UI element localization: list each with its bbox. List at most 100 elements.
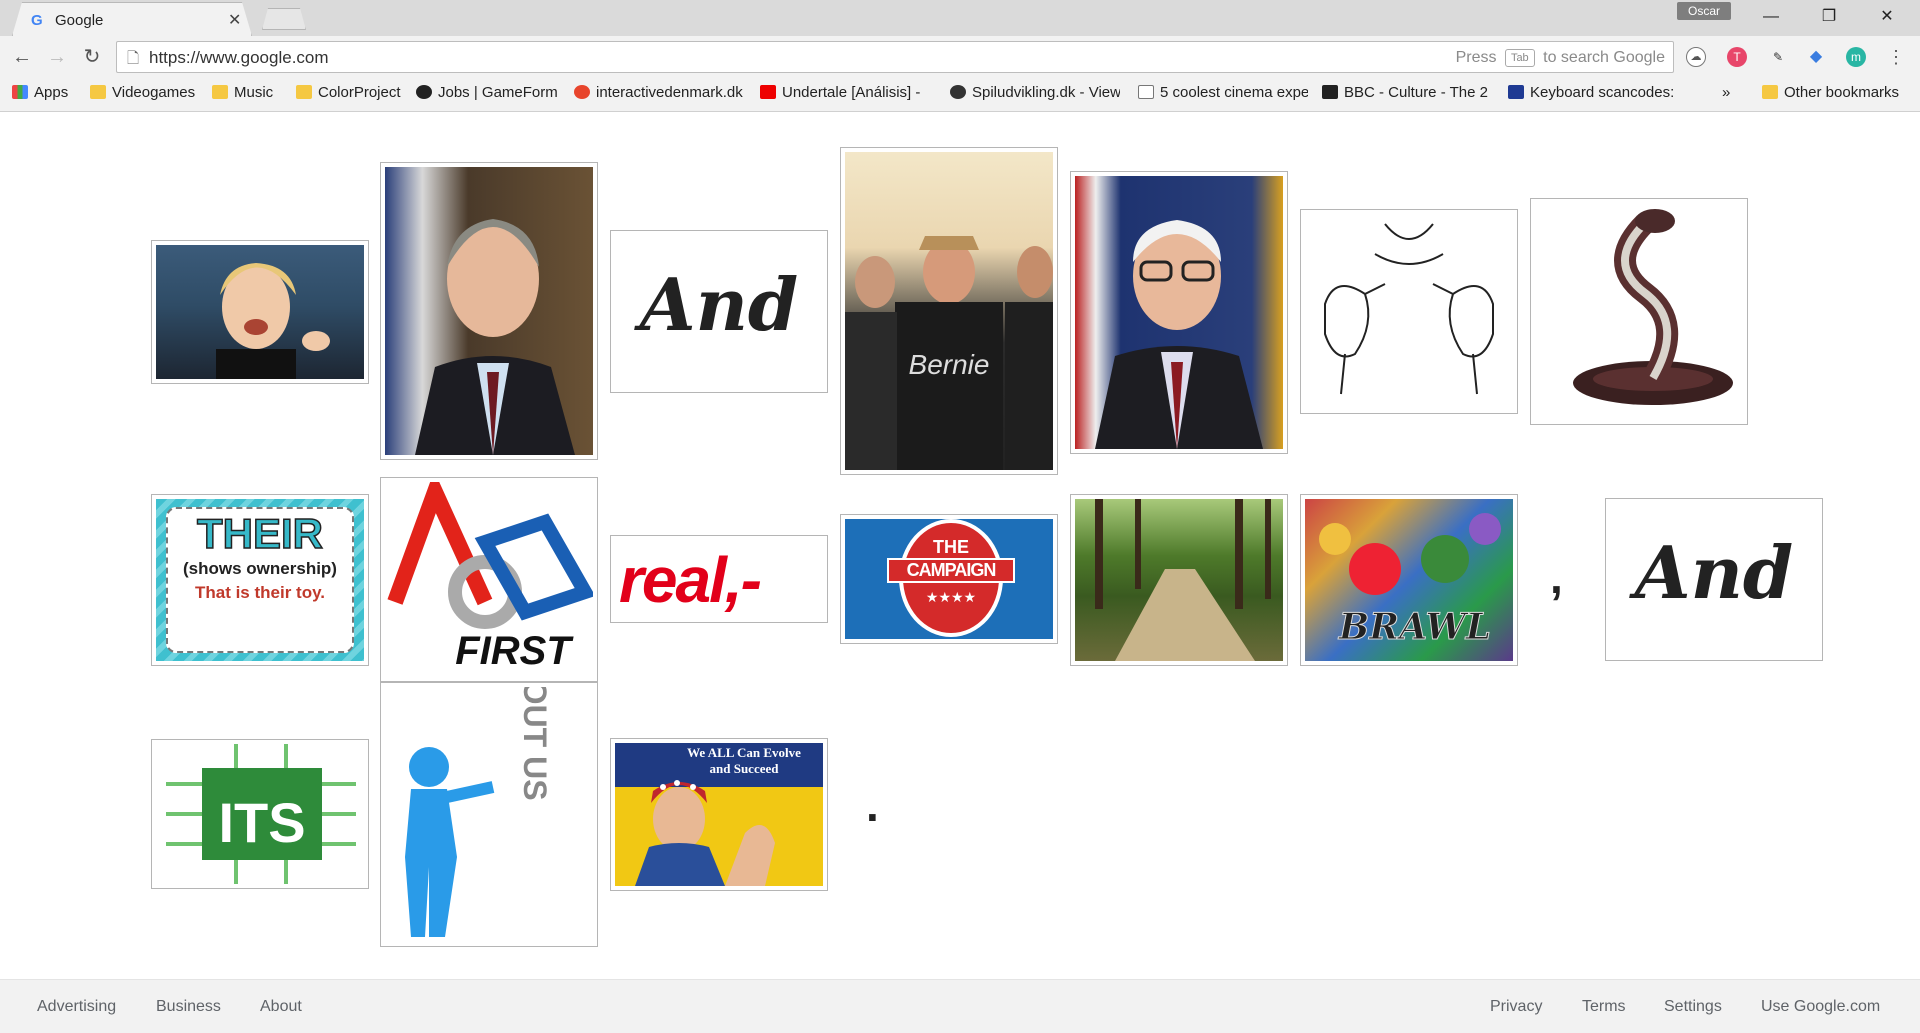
bookmark-cinema[interactable]: 5 coolest cinema expe (1138, 84, 1308, 106)
image-hillary-clinton[interactable] (151, 240, 369, 384)
url-text[interactable]: https://www.google.com (149, 48, 329, 68)
image-bill-clinton[interactable] (380, 162, 598, 460)
back-icon[interactable]: ← (10, 45, 34, 69)
and-ambigram-graphic: And (1629, 530, 1794, 615)
new-tab-button[interactable] (262, 8, 306, 30)
youtube-icon (760, 85, 776, 99)
forward-icon[interactable]: → (45, 45, 69, 69)
footer-terms-link[interactable]: Terms (1582, 998, 1626, 1016)
grammarly-extension-icon[interactable]: m (1846, 47, 1866, 67)
hint-suffix: to search Google (1543, 49, 1665, 66)
footer-advertising-link[interactable]: Advertising (37, 998, 116, 1016)
eyedropper-extension-icon[interactable]: ✎ (1768, 47, 1788, 67)
bookmark-colorproject[interactable]: ColorProject (296, 84, 401, 106)
image-first-logo[interactable]: FIRST (380, 477, 598, 682)
bookmark-label: Spiludvikling.dk - View (972, 84, 1120, 101)
interactivedenmark-icon (574, 85, 590, 99)
image-and-ambigram[interactable]: And (610, 230, 828, 393)
footer-settings-link[interactable]: Settings (1664, 998, 1722, 1016)
bookmark-spiludvikling[interactable]: Spiludvikling.dk - View (950, 84, 1120, 106)
sign-language-graphic (1324, 223, 1494, 395)
bernie-title: Bernie (909, 349, 990, 380)
folder-icon (1762, 85, 1778, 99)
bookmark-music[interactable]: Music (212, 84, 273, 106)
profile-badge[interactable]: Oscar (1677, 2, 1731, 20)
reload-icon[interactable]: ↻ (80, 45, 104, 69)
hint-prefix: Press (1455, 49, 1497, 66)
bookmark-label: 5 coolest cinema expe (1160, 84, 1308, 101)
image-snake[interactable] (1530, 198, 1748, 425)
their-title: THEIR (196, 509, 324, 558)
campaign-stars: ★★★★ (925, 589, 977, 605)
footer-business-link[interactable]: Business (156, 998, 221, 1016)
portrait-graphic (216, 263, 330, 379)
real-logo-text: real,- (619, 544, 762, 616)
bookmark-interactivedenmark[interactable]: interactivedenmark.dk (574, 84, 744, 106)
page-icon: 🗋 (127, 50, 140, 67)
bookmark-bbc-culture[interactable]: BBC - Culture - The 2 (1322, 84, 1492, 106)
their-example: That is their toy. (194, 583, 326, 602)
first-text: FIRST (455, 629, 574, 673)
footer-about-link[interactable]: About (260, 998, 302, 1016)
omnibox-hint: Press Tab to search Google (1456, 49, 1665, 67)
image-and-ambigram-2[interactable]: And (1605, 498, 1823, 661)
bookmark-label: Jobs | GameForm (438, 84, 558, 101)
toolbar: ← → ↻ 🗋 https://www.google.com Press Tab… (0, 36, 1920, 78)
bookmark-jobs-gameform[interactable]: Jobs | GameForm (416, 84, 558, 106)
bookmark-videogames[interactable]: Videogames (90, 84, 195, 106)
bookmark-label: interactivedenmark.dk (596, 84, 743, 101)
image-the-campaign[interactable]: THE CAMPAIGN ★★★★ (840, 514, 1058, 644)
footer-privacy-link[interactable]: Privacy (1490, 998, 1542, 1016)
close-window-icon[interactable]: ✕ (1864, 4, 1910, 30)
portrait-graphic (415, 219, 575, 455)
image-their-poster[interactable]: THEIR (shows ownership) That is their to… (151, 494, 369, 666)
todoist-extension-icon[interactable]: T (1727, 47, 1747, 67)
its-logo-graphic: ITS (166, 744, 356, 884)
image-real-logo[interactable]: real,- (610, 535, 828, 623)
image-sign-language-drawing[interactable] (1300, 209, 1518, 414)
bookmark-apps[interactable]: Apps (12, 84, 68, 106)
title-bar: G Google ✕ Oscar — ❐ ✕ (0, 0, 1920, 36)
bookmark-undertale[interactable]: Undertale [Análisis] - (760, 84, 932, 106)
bbc-icon (1322, 85, 1338, 99)
bookmark-label: Music (234, 84, 274, 101)
bookmark-label: Undertale [Análisis] - (782, 84, 921, 101)
restore-icon[interactable]: ❐ (1806, 4, 1852, 30)
image-bernie-poster[interactable]: Bernie (840, 147, 1058, 475)
rosie-graphic (635, 780, 775, 886)
bernie-poster-graphic: Bernie (845, 236, 1053, 470)
tab-google[interactable]: G Google ✕ (12, 2, 252, 36)
image-smash-brawl[interactable]: BRAWL (1300, 494, 1518, 666)
menu-dots-icon[interactable]: ⋮ (1886, 47, 1906, 67)
tue-icon (1508, 85, 1524, 99)
and-ambigram-graphic: And (634, 262, 799, 347)
more-bookmarks-chevron[interactable]: » (1722, 84, 1730, 106)
close-tab-icon[interactable]: ✕ (228, 10, 241, 30)
period-mark: . (866, 779, 879, 831)
bookmark-keyboard-scancodes[interactable]: Keyboard scancodes: (1508, 84, 1680, 106)
folder-icon (212, 85, 228, 99)
bookmark-other-bookmarks[interactable]: Other bookmarks (1762, 84, 1899, 106)
image-about-us[interactable]: ABOUT US (380, 682, 598, 947)
first-logo-graphic: FIRST (387, 482, 593, 673)
address-bar[interactable]: 🗋 https://www.google.com Press Tab to se… (116, 41, 1674, 73)
image-its-logo[interactable]: ITS (151, 739, 369, 889)
bookmarks-bar: Apps Videogames Music ColorProject Jobs … (0, 78, 1920, 112)
bookmark-label: Keyboard scancodes: (1530, 84, 1675, 101)
apps-grid-icon (12, 85, 28, 99)
diamond-extension-icon[interactable]: ◆ (1806, 47, 1826, 67)
cloud-extension-icon[interactable]: ☁ (1686, 47, 1706, 67)
comma-mark: , (1550, 551, 1563, 603)
minimize-icon[interactable]: — (1748, 4, 1794, 30)
google-favicon-icon: G (31, 12, 43, 29)
image-rosie-riveter[interactable]: We ALL Can Evolve and Succeed (610, 738, 828, 891)
about-us-graphic: ABOUT US (405, 687, 553, 937)
footer-use-google-link[interactable]: Use Google.com (1761, 998, 1880, 1016)
bookmark-label: Other bookmarks (1784, 84, 1900, 101)
image-forest-path[interactable] (1070, 494, 1288, 666)
folder-icon (296, 85, 312, 99)
image-bernie-sanders[interactable] (1070, 171, 1288, 454)
footer: Advertising Business About Privacy Terms… (0, 979, 1920, 1033)
tab-title: Google (55, 12, 104, 29)
page-icon (1138, 85, 1154, 99)
